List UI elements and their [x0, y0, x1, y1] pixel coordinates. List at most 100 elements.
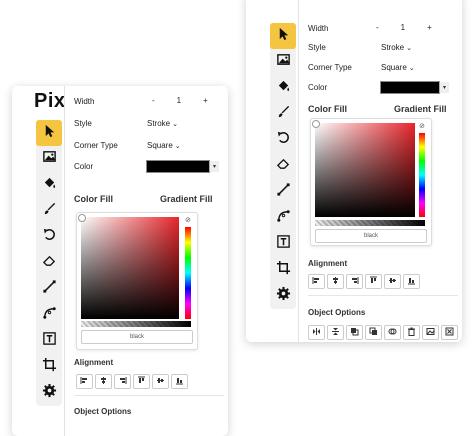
- chevron-down-icon[interactable]: ▾: [439, 82, 449, 93]
- tool-line[interactable]: [36, 276, 62, 302]
- tool-text[interactable]: [270, 231, 296, 257]
- corner-type-select[interactable]: Square ⌄: [147, 141, 181, 150]
- hex-input[interactable]: black: [81, 330, 193, 344]
- align-align-center-h-button[interactable]: [95, 374, 112, 389]
- object-option-buttons: [308, 325, 458, 340]
- tool-text[interactable]: [36, 328, 62, 354]
- chevron-down-icon: ⌄: [406, 44, 412, 52]
- align-center-v-icon: [388, 276, 397, 287]
- tool-curve[interactable]: [270, 205, 296, 231]
- tool-image[interactable]: [270, 49, 296, 75]
- hex-input[interactable]: black: [315, 229, 427, 243]
- align-align-top-button[interactable]: [365, 274, 382, 289]
- tool-crop[interactable]: [270, 257, 296, 283]
- tool-curve[interactable]: [36, 302, 62, 328]
- alpha-slider[interactable]: [81, 321, 191, 327]
- tool-gear[interactable]: [36, 380, 62, 406]
- width-value[interactable]: 1: [401, 23, 405, 32]
- tool-cursor[interactable]: [36, 120, 62, 146]
- object-send-back-button[interactable]: [365, 325, 382, 340]
- object-close-button[interactable]: [441, 325, 458, 340]
- color-fill-tab[interactable]: Color Fill: [74, 194, 113, 204]
- tool-undo[interactable]: [36, 224, 62, 250]
- tool-line[interactable]: [270, 179, 296, 205]
- align-align-center-v-button[interactable]: [152, 374, 169, 389]
- style-value: Stroke: [381, 43, 405, 52]
- tool-undo[interactable]: [270, 127, 296, 153]
- divider: [308, 295, 458, 296]
- color-picker[interactable]: ⊘ black: [76, 212, 198, 350]
- tool-fill-bucket[interactable]: [36, 172, 62, 198]
- properties-panel: Width - 1 + Style Stroke ⌄ Corner Type S…: [74, 86, 224, 436]
- style-select[interactable]: Stroke ⌄: [381, 43, 412, 52]
- hue-slider[interactable]: [185, 227, 191, 319]
- object-flip-vertical-button[interactable]: [327, 325, 344, 340]
- align-align-center-h-button[interactable]: [327, 274, 344, 289]
- align-align-bottom-button[interactable]: [171, 374, 188, 389]
- width-stepper[interactable]: - 1 +: [376, 23, 432, 32]
- saturation-value-area[interactable]: [81, 217, 179, 319]
- alignment-label: Alignment: [308, 259, 348, 268]
- width-increment-button[interactable]: +: [427, 23, 432, 32]
- tool-gear[interactable]: [270, 283, 296, 309]
- align-top-icon: [137, 376, 146, 387]
- width-value[interactable]: 1: [177, 96, 181, 105]
- align-right-icon: [350, 276, 359, 287]
- align-align-center-v-button[interactable]: [384, 274, 401, 289]
- curve-icon: [42, 305, 57, 325]
- tool-eraser[interactable]: [270, 153, 296, 179]
- align-align-left-button[interactable]: [76, 374, 93, 389]
- alignment-buttons: [76, 374, 188, 389]
- style-select[interactable]: Stroke ⌄: [147, 119, 178, 128]
- gradient-fill-tab[interactable]: Gradient Fill: [394, 104, 447, 114]
- stroke-color-swatch[interactable]: ▾: [380, 81, 449, 94]
- corner-type-select[interactable]: Square ⌄: [381, 63, 415, 72]
- width-increment-button[interactable]: +: [203, 96, 208, 105]
- properties-panel: Width - 1 + Style Stroke ⌄ Corner Type S…: [308, 0, 458, 342]
- object-flip-horizontal-button[interactable]: [308, 325, 325, 340]
- tool-brush[interactable]: [270, 101, 296, 127]
- app-logo: Pix: [266, 0, 298, 5]
- image-icon: [42, 149, 57, 169]
- stroke-color-swatch[interactable]: ▾: [146, 160, 219, 173]
- color-picker[interactable]: ⊘ black: [310, 118, 432, 246]
- object-trash-button[interactable]: [403, 325, 420, 340]
- divider: [298, 0, 299, 342]
- object-duplicate-button[interactable]: [384, 325, 401, 340]
- crop-icon: [276, 260, 291, 280]
- chevron-down-icon[interactable]: ▾: [209, 161, 219, 172]
- chevron-down-icon: ⌄: [174, 142, 181, 150]
- tool-brush[interactable]: [36, 198, 62, 224]
- text-icon: [42, 331, 57, 351]
- tool-crop[interactable]: [36, 354, 62, 380]
- tool-image[interactable]: [36, 146, 62, 172]
- color-fill-tab[interactable]: Color Fill: [308, 104, 347, 114]
- object-bring-front-button[interactable]: [346, 325, 363, 340]
- width-decrement-button[interactable]: -: [152, 96, 155, 105]
- picker-handle[interactable]: [78, 214, 86, 222]
- saturation-value-area[interactable]: [315, 123, 415, 217]
- tool-eraser[interactable]: [36, 250, 62, 276]
- width-label: Width: [308, 24, 329, 33]
- width-decrement-button[interactable]: -: [376, 23, 379, 32]
- line-icon: [42, 279, 57, 299]
- brush-icon: [42, 201, 57, 221]
- width-stepper[interactable]: - 1 +: [152, 96, 208, 105]
- gradient-fill-tab[interactable]: Gradient Fill: [160, 194, 213, 204]
- picker-handle[interactable]: [312, 120, 320, 128]
- align-align-right-button[interactable]: [346, 274, 363, 289]
- align-align-top-button[interactable]: [133, 374, 150, 389]
- tool-cursor[interactable]: [270, 23, 296, 49]
- style-value: Stroke: [147, 119, 171, 128]
- no-color-icon[interactable]: ⊘: [185, 217, 192, 224]
- image-icon: [276, 52, 291, 72]
- align-center-h-icon: [331, 276, 340, 287]
- hue-slider[interactable]: [419, 133, 425, 217]
- alpha-slider[interactable]: [315, 220, 425, 226]
- object-image-button[interactable]: [422, 325, 439, 340]
- no-color-icon[interactable]: ⊘: [419, 123, 426, 130]
- align-align-bottom-button[interactable]: [403, 274, 420, 289]
- align-align-right-button[interactable]: [114, 374, 131, 389]
- align-align-left-button[interactable]: [308, 274, 325, 289]
- tool-fill-bucket[interactable]: [270, 75, 296, 101]
